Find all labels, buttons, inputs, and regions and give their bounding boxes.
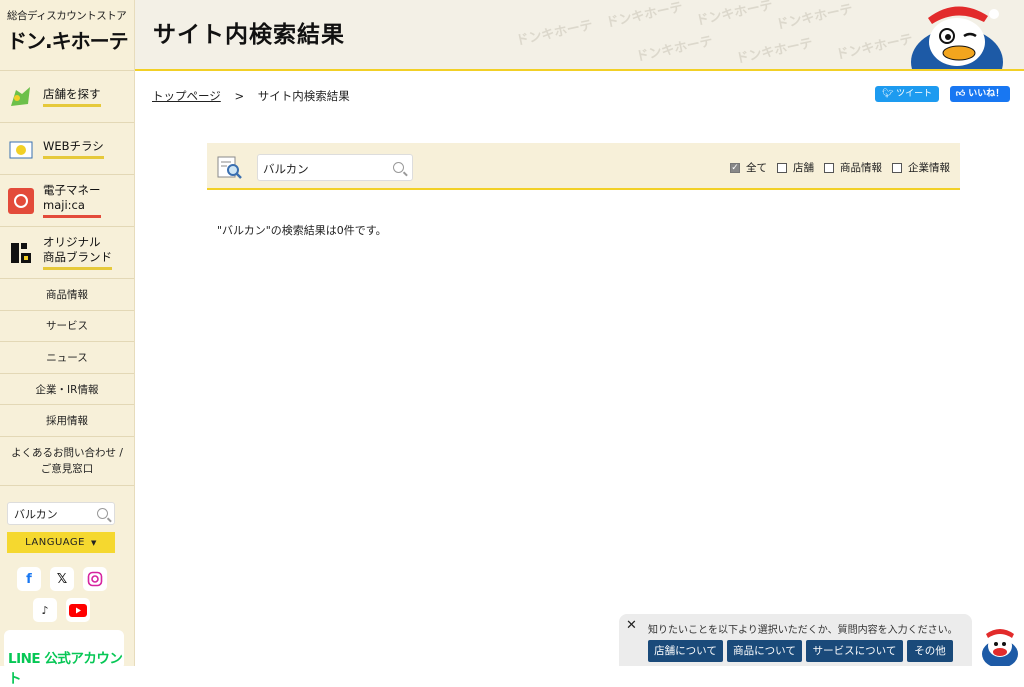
sidebar-item-recruit[interactable]: 採用情報	[0, 404, 134, 436]
tweet-button[interactable]: 🐦︎ ツイート	[875, 86, 939, 102]
sidebar-item-store-search[interactable]: 店舗を探す	[0, 70, 134, 122]
sidebar-item-products[interactable]: 商品情報	[0, 278, 134, 310]
checkbox-checked-icon[interactable]: ✓	[730, 162, 740, 173]
majica-icon	[8, 187, 34, 214]
chat-mascot-icon[interactable]	[978, 624, 1022, 666]
facebook-icon[interactable]: f	[17, 567, 41, 591]
sidebar-item-web-flyer[interactable]: WEBチラシ	[0, 122, 134, 174]
sidebar-item-label: 電子マネー maji:ca	[43, 183, 101, 218]
filter-all[interactable]: ✓ 全て	[730, 160, 767, 175]
header-watermark: ドンキホーテ	[604, 0, 685, 31]
donpen-mascot-icon	[911, 6, 1003, 69]
chat-option-other[interactable]: その他	[907, 640, 953, 662]
search-result-message: "バルカン"の検索結果は0件です。	[217, 224, 387, 237]
header-watermark: ドンキホーテ	[694, 0, 775, 29]
chat-message: 知りたいことを以下より選択いただくか、質問内容を入力ください。	[648, 625, 958, 636]
sidebar-item-label: 店舗を探す	[43, 87, 101, 107]
page-title: サイト内検索結果	[153, 22, 345, 48]
checkbox-icon[interactable]	[892, 162, 902, 173]
line-official-account[interactable]: LINE 公式アカウント	[4, 630, 124, 687]
flyer-icon	[8, 136, 34, 162]
sidebar-search-input[interactable]: バルカン	[7, 502, 115, 525]
sidebar-item-majica[interactable]: 電子マネー maji:ca	[0, 174, 134, 226]
breadcrumb-home-link[interactable]: トップページ	[152, 89, 221, 103]
header-watermark: ドンキホーテ	[634, 34, 715, 65]
search-icon[interactable]	[97, 508, 108, 519]
filter-stores[interactable]: 店舗	[777, 160, 814, 175]
sidebar: 総合ディスカウントストア ドン.キホーテ 店舗を探す WEBチラシ 電子マネー m…	[0, 0, 135, 687]
brand-tagline: 総合ディスカウントストア	[7, 10, 127, 22]
page-header: ドンキホーテ ドンキホーテ ドンキホーテ ドンキホーテ ドンキホーテ ドンキホー…	[135, 0, 1024, 71]
store-map-icon	[8, 84, 34, 110]
x-icon[interactable]: 𝕏	[50, 567, 74, 591]
instagram-icon[interactable]	[83, 567, 107, 591]
tiktok-icon[interactable]: ♪	[33, 598, 57, 622]
chat-option-services[interactable]: サービスについて	[806, 640, 903, 662]
breadcrumb-current: サイト内検索結果	[257, 89, 350, 103]
search-icon[interactable]	[393, 162, 404, 173]
filter-products[interactable]: 商品情報	[824, 160, 882, 175]
filter-corporate[interactable]: 企業情報	[892, 160, 950, 175]
brand[interactable]: 総合ディスカウントストア ドン.キホーテ	[0, 0, 134, 70]
chat-option-stores[interactable]: 店舗について	[648, 640, 723, 662]
header-watermark: ドンキホーテ	[514, 18, 595, 49]
facebook-like-button[interactable]: 👍︎ いいね！	[950, 86, 1010, 102]
bird-icon: 🐦︎	[881, 89, 894, 99]
caret-down-icon: ▼	[91, 539, 97, 547]
sidebar-item-original-brand[interactable]: オリジナル 商品ブランド	[0, 226, 134, 278]
close-icon[interactable]: ✕	[626, 618, 637, 633]
sidebar-item-contact[interactable]: よくあるお問い合わせ / ご意見窓口	[0, 435, 134, 486]
header-watermark: ドンキホーテ	[774, 2, 855, 33]
sidebar-item-news[interactable]: ニュース	[0, 341, 134, 373]
chat-widget: ✕ 知りたいことを以下より選択いただくか、質問内容を入力ください。 店舗について…	[619, 614, 972, 666]
youtube-icon[interactable]	[66, 598, 90, 622]
header-watermark: ドンキホーテ	[734, 36, 815, 67]
chat-option-products[interactable]: 商品について	[727, 640, 802, 662]
sidebar-item-label: オリジナル 商品ブランド	[43, 235, 112, 270]
breadcrumb-separator: >	[234, 89, 245, 103]
search-document-icon	[217, 156, 242, 179]
original-brand-icon	[8, 240, 34, 266]
checkbox-icon[interactable]	[824, 162, 834, 173]
site-search-bar: バルカン ✓ 全て 店舗 商品情報 企業情報	[207, 143, 960, 190]
sidebar-item-services[interactable]: サービス	[0, 309, 134, 342]
checkbox-icon[interactable]	[777, 162, 787, 173]
thumbs-up-icon: 👍︎	[955, 89, 966, 99]
language-button[interactable]: LANGUAGE ▼	[7, 532, 115, 553]
search-filters: ✓ 全て 店舗 商品情報 企業情報	[730, 160, 950, 175]
search-input[interactable]: バルカン	[257, 154, 413, 181]
sidebar-item-label: WEBチラシ	[43, 139, 104, 159]
sidebar-item-corporate-ir[interactable]: 企業・IR情報	[0, 372, 134, 405]
breadcrumb: トップページ > サイト内検索結果	[152, 88, 350, 104]
brand-logo[interactable]: ドン.キホーテ	[7, 25, 129, 54]
